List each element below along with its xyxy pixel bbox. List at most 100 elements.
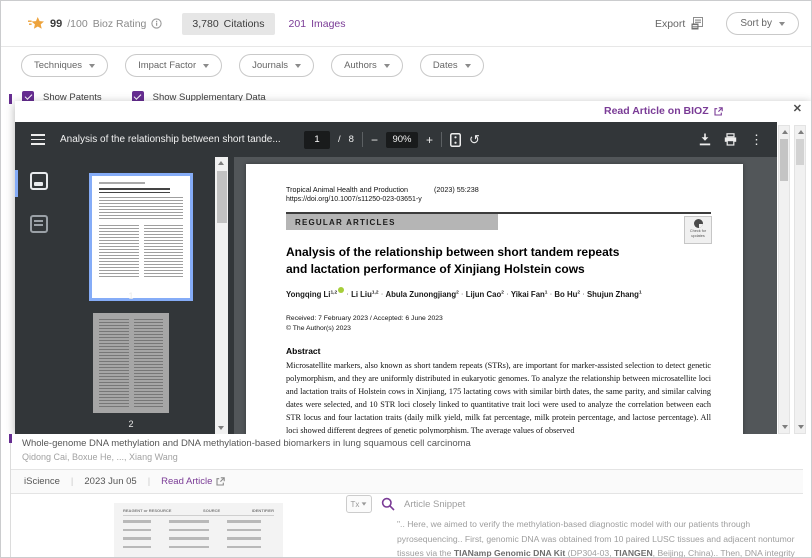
toolbar-right-controls: ⋮ <box>699 122 763 157</box>
modal-scrollbar[interactable] <box>794 125 806 434</box>
external-link-icon <box>714 107 723 116</box>
scroll-down-icon[interactable] <box>218 426 224 430</box>
bioz-star-icon <box>28 16 45 32</box>
filter-authors[interactable]: Authors <box>331 54 403 77</box>
read-article-link[interactable]: Read Article <box>161 476 225 487</box>
citation-meta-band: iScience | 2023 Jun 05 | Read Article <box>11 469 803 494</box>
download-icon[interactable] <box>699 133 711 146</box>
menu-icon[interactable] <box>31 134 45 144</box>
filter-label: Dates <box>433 60 458 71</box>
toolbar-divider <box>362 132 363 147</box>
sidebar-scrollbar[interactable] <box>215 157 228 434</box>
chevron-down-icon <box>89 64 95 68</box>
images-count: 201 <box>289 18 307 30</box>
article-preview-modal: Read Article on BIOZ ✕ Analysis of the r… <box>15 101 811 434</box>
author-separator: · <box>504 290 511 299</box>
article-snippet-section: Tx Article Snippet ".. Here, we aimed to… <box>346 495 798 558</box>
meta-divider: | <box>71 476 73 487</box>
close-icon[interactable]: ✕ <box>793 102 802 115</box>
zoom-out-button[interactable]: − <box>371 133 378 147</box>
author-separator: · <box>580 290 587 299</box>
filter-techniques[interactable]: Techniques <box>21 54 108 77</box>
citation-authors: Qidong Cai, Boxue He, ..., Xiang Wang <box>22 452 178 462</box>
fit-page-button[interactable] <box>450 133 461 147</box>
author: Abula Zunongjiang2 <box>385 290 458 299</box>
images-tab[interactable]: 201 Images <box>289 18 346 30</box>
filter-dates[interactable]: Dates <box>420 54 484 77</box>
bioz-product-page: 99/100 Bioz Rating 3,780 Citations 201 I… <box>0 0 812 558</box>
document-outline-icon[interactable] <box>30 215 48 233</box>
export-button[interactable]: Export <box>655 17 704 30</box>
scroll-down-icon[interactable] <box>782 425 788 429</box>
page-number-input[interactable] <box>304 131 330 149</box>
copyright: © The Author(s) 2023 <box>286 324 443 334</box>
rating-denominator: /100 <box>67 18 87 30</box>
pdf-scrollbar[interactable] <box>778 125 790 434</box>
scroll-up-icon[interactable] <box>782 130 788 134</box>
thumbnail-label: 2 <box>86 419 176 429</box>
zoom-level: 90% <box>386 132 418 148</box>
pdf-page-1: Tropical Animal Health and Production(20… <box>246 164 743 434</box>
scroll-up-icon[interactable] <box>798 130 804 134</box>
images-label: Images <box>311 18 345 30</box>
journal-name: iScience <box>24 476 60 487</box>
card-accent-top <box>9 94 12 104</box>
external-link-icon <box>216 477 225 486</box>
rating-value: 99 <box>50 18 62 30</box>
top-bar: 99/100 Bioz Rating 3,780 Citations 201 I… <box>1 1 811 47</box>
read-article-label: Read Article <box>161 476 212 487</box>
table-header: SOURCE <box>203 508 220 513</box>
abstract-heading: Abstract <box>286 346 320 356</box>
export-csv-icon <box>691 17 704 30</box>
pdf-content-area: Tropical Animal Health and Production(20… <box>234 157 777 434</box>
page-thumbnail-2[interactable] <box>93 313 169 413</box>
chevron-down-icon <box>465 64 471 68</box>
sort-by-dropdown[interactable]: Sort by <box>726 12 799 35</box>
sidebar-selection-indicator <box>15 170 18 197</box>
page-thumbnail-1[interactable] <box>89 173 193 301</box>
chevron-down-icon <box>384 64 390 68</box>
filter-journals[interactable]: Journals <box>239 54 314 77</box>
article-figure-thumbnail[interactable]: REAGENT or RESOURCE SOURCE IDENTIFIER <box>114 503 283 558</box>
scroll-up-icon[interactable] <box>218 161 224 165</box>
filter-impact-factor[interactable]: Impact Factor <box>125 54 222 77</box>
citations-tab[interactable]: 3,780 Citations <box>182 13 274 35</box>
scrollbar-thumb[interactable] <box>780 139 788 181</box>
scrollbar-thumb[interactable] <box>796 139 804 165</box>
card-left-border <box>10 443 11 558</box>
search-icon[interactable] <box>381 497 395 511</box>
chevron-down-icon <box>203 64 209 68</box>
citation-title[interactable]: Whole-genome DNA methylation and DNA met… <box>22 438 471 449</box>
zoom-in-button[interactable]: + <box>426 133 433 147</box>
snippet-text: (DP304-03, <box>565 548 614 558</box>
author: Li Liu1,2 <box>351 290 378 299</box>
info-icon[interactable] <box>151 18 162 29</box>
rotate-button[interactable]: ↺ <box>469 132 480 148</box>
export-label: Export <box>655 18 685 30</box>
total-pages: 8 <box>349 134 354 145</box>
table-header: IDENTIFIER <box>252 508 274 513</box>
article-snippet-heading: Article Snippet <box>404 499 465 510</box>
read-article-on-bioz-link[interactable]: Read Article on BIOZ <box>604 105 723 117</box>
scrollbar-thumb[interactable] <box>217 171 227 223</box>
author-list: Yongqing Li1,2 · Li Liu1,2 · Abula Zunon… <box>286 287 642 299</box>
sort-by-label: Sort by <box>740 18 772 29</box>
scroll-down-icon[interactable] <box>798 425 804 429</box>
toolbar-divider <box>441 132 442 147</box>
check-for-updates-badge[interactable]: Check for updates <box>684 216 712 244</box>
text-size-dropdown[interactable]: Tx <box>346 495 372 513</box>
more-options-icon[interactable]: ⋮ <box>750 132 763 148</box>
text-size-label: Tx <box>351 500 360 509</box>
citations-count: 3,780 <box>192 18 218 30</box>
badge-text: updates <box>685 234 711 239</box>
citations-label: Citations <box>224 18 265 30</box>
print-icon[interactable] <box>724 133 737 146</box>
author: Shujun Zhang1 <box>587 290 642 299</box>
chevron-down-icon <box>779 22 785 26</box>
meta-divider: | <box>148 476 150 487</box>
filter-label: Authors <box>344 60 377 71</box>
doi-link: https://doi.org/10.1007/s11250-023-03651… <box>286 196 422 203</box>
article-snippet-text: ".. Here, we aimed to verify the methyla… <box>397 517 795 558</box>
crossmark-icon <box>694 219 703 228</box>
thumbnails-view-icon[interactable] <box>30 172 48 190</box>
